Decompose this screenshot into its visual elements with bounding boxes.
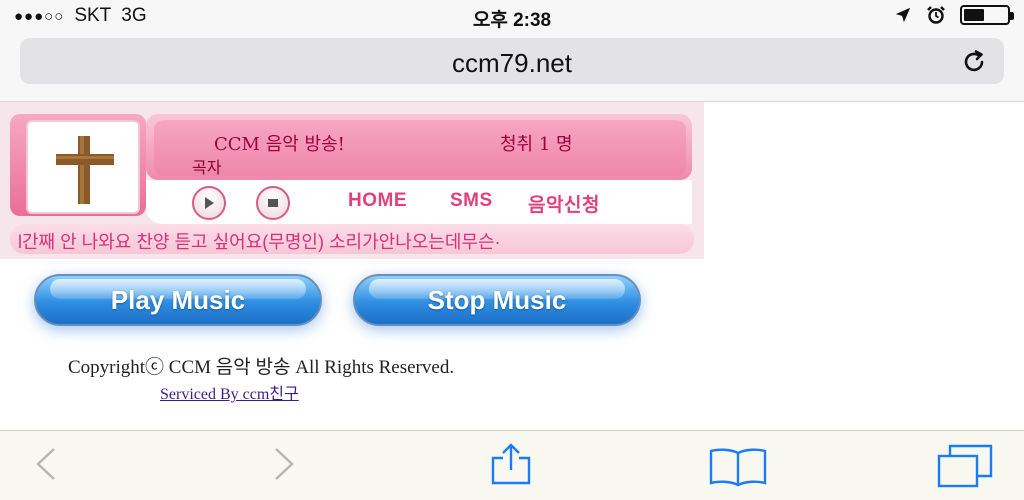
- forward-icon[interactable]: [270, 447, 298, 481]
- wooden-cross-icon: [56, 136, 114, 204]
- tabs-icon[interactable]: [936, 443, 994, 489]
- logo-frame: [26, 120, 140, 214]
- message-ticker: l간째 안 나와요 찬양 듣고 싶어요(무명인) 소리가안나오는데무슨·: [10, 224, 694, 254]
- status-right: [894, 5, 1014, 25]
- play-music-label: Play Music: [110, 285, 246, 315]
- play-icon: [205, 197, 214, 209]
- copyright-text: Copyrightⓒ CCM 음악 방송 All Rights Reserved…: [68, 357, 455, 378]
- play-music-button[interactable]: Play Music: [34, 274, 322, 326]
- serviced-by-link[interactable]: Serviced By ccm친구: [160, 380, 299, 404]
- listener-count: 청취 1 명: [500, 134, 573, 155]
- web-content: CCM 음악 방송! 청취 1 명 곡자 HOME SMS 음악신청 l간째 안…: [0, 102, 1024, 430]
- radio-player: CCM 음악 방송! 청취 1 명 곡자 HOME SMS 음악신청 l간째 안…: [0, 102, 704, 259]
- bookmarks-icon[interactable]: [708, 447, 768, 487]
- menu-link-sms[interactable]: SMS: [450, 190, 493, 212]
- player-controls: HOME SMS 음악신청: [146, 180, 692, 224]
- alarm-clock-icon: [927, 6, 945, 24]
- url-field[interactable]: ccm79.net: [20, 38, 1004, 84]
- broadcast-title: CCM 음악 방송!: [214, 134, 345, 155]
- stop-music-label: Stop Music: [427, 285, 567, 315]
- status-time: 오후 2:38: [472, 10, 552, 31]
- url-text[interactable]: ccm79.net: [20, 48, 1004, 79]
- ticker-text: l간째 안 나와요 찬양 듣고 싶어요(무명인) 소리가안나오는데무슨·: [18, 232, 501, 252]
- share-icon[interactable]: [490, 443, 532, 485]
- stop-control-button[interactable]: [256, 186, 290, 220]
- reload-icon[interactable]: [960, 48, 988, 76]
- browser-toolbar: [0, 430, 1024, 500]
- battery-icon: [960, 5, 1014, 25]
- play-control-button[interactable]: [192, 186, 226, 220]
- logo-box: [10, 114, 146, 216]
- back-icon[interactable]: [32, 447, 60, 481]
- info-inner: CCM 음악 방송! 청취 1 명 곡자: [154, 120, 686, 177]
- stop-icon: [268, 199, 278, 207]
- menu-link-home[interactable]: HOME: [348, 190, 407, 212]
- now-playing-text: 곡자: [192, 158, 222, 177]
- info-panel: CCM 음악 방송! 청취 1 명 곡자: [146, 114, 692, 180]
- browser-address-bar: ccm79.net: [0, 32, 1024, 102]
- status-bar: ●●●○○ SKT 3G 오후 2:38: [0, 0, 1024, 32]
- menu-link-music-request[interactable]: 음악신청: [528, 190, 600, 217]
- stop-music-button[interactable]: Stop Music: [353, 274, 641, 326]
- location-arrow-icon: [895, 7, 911, 23]
